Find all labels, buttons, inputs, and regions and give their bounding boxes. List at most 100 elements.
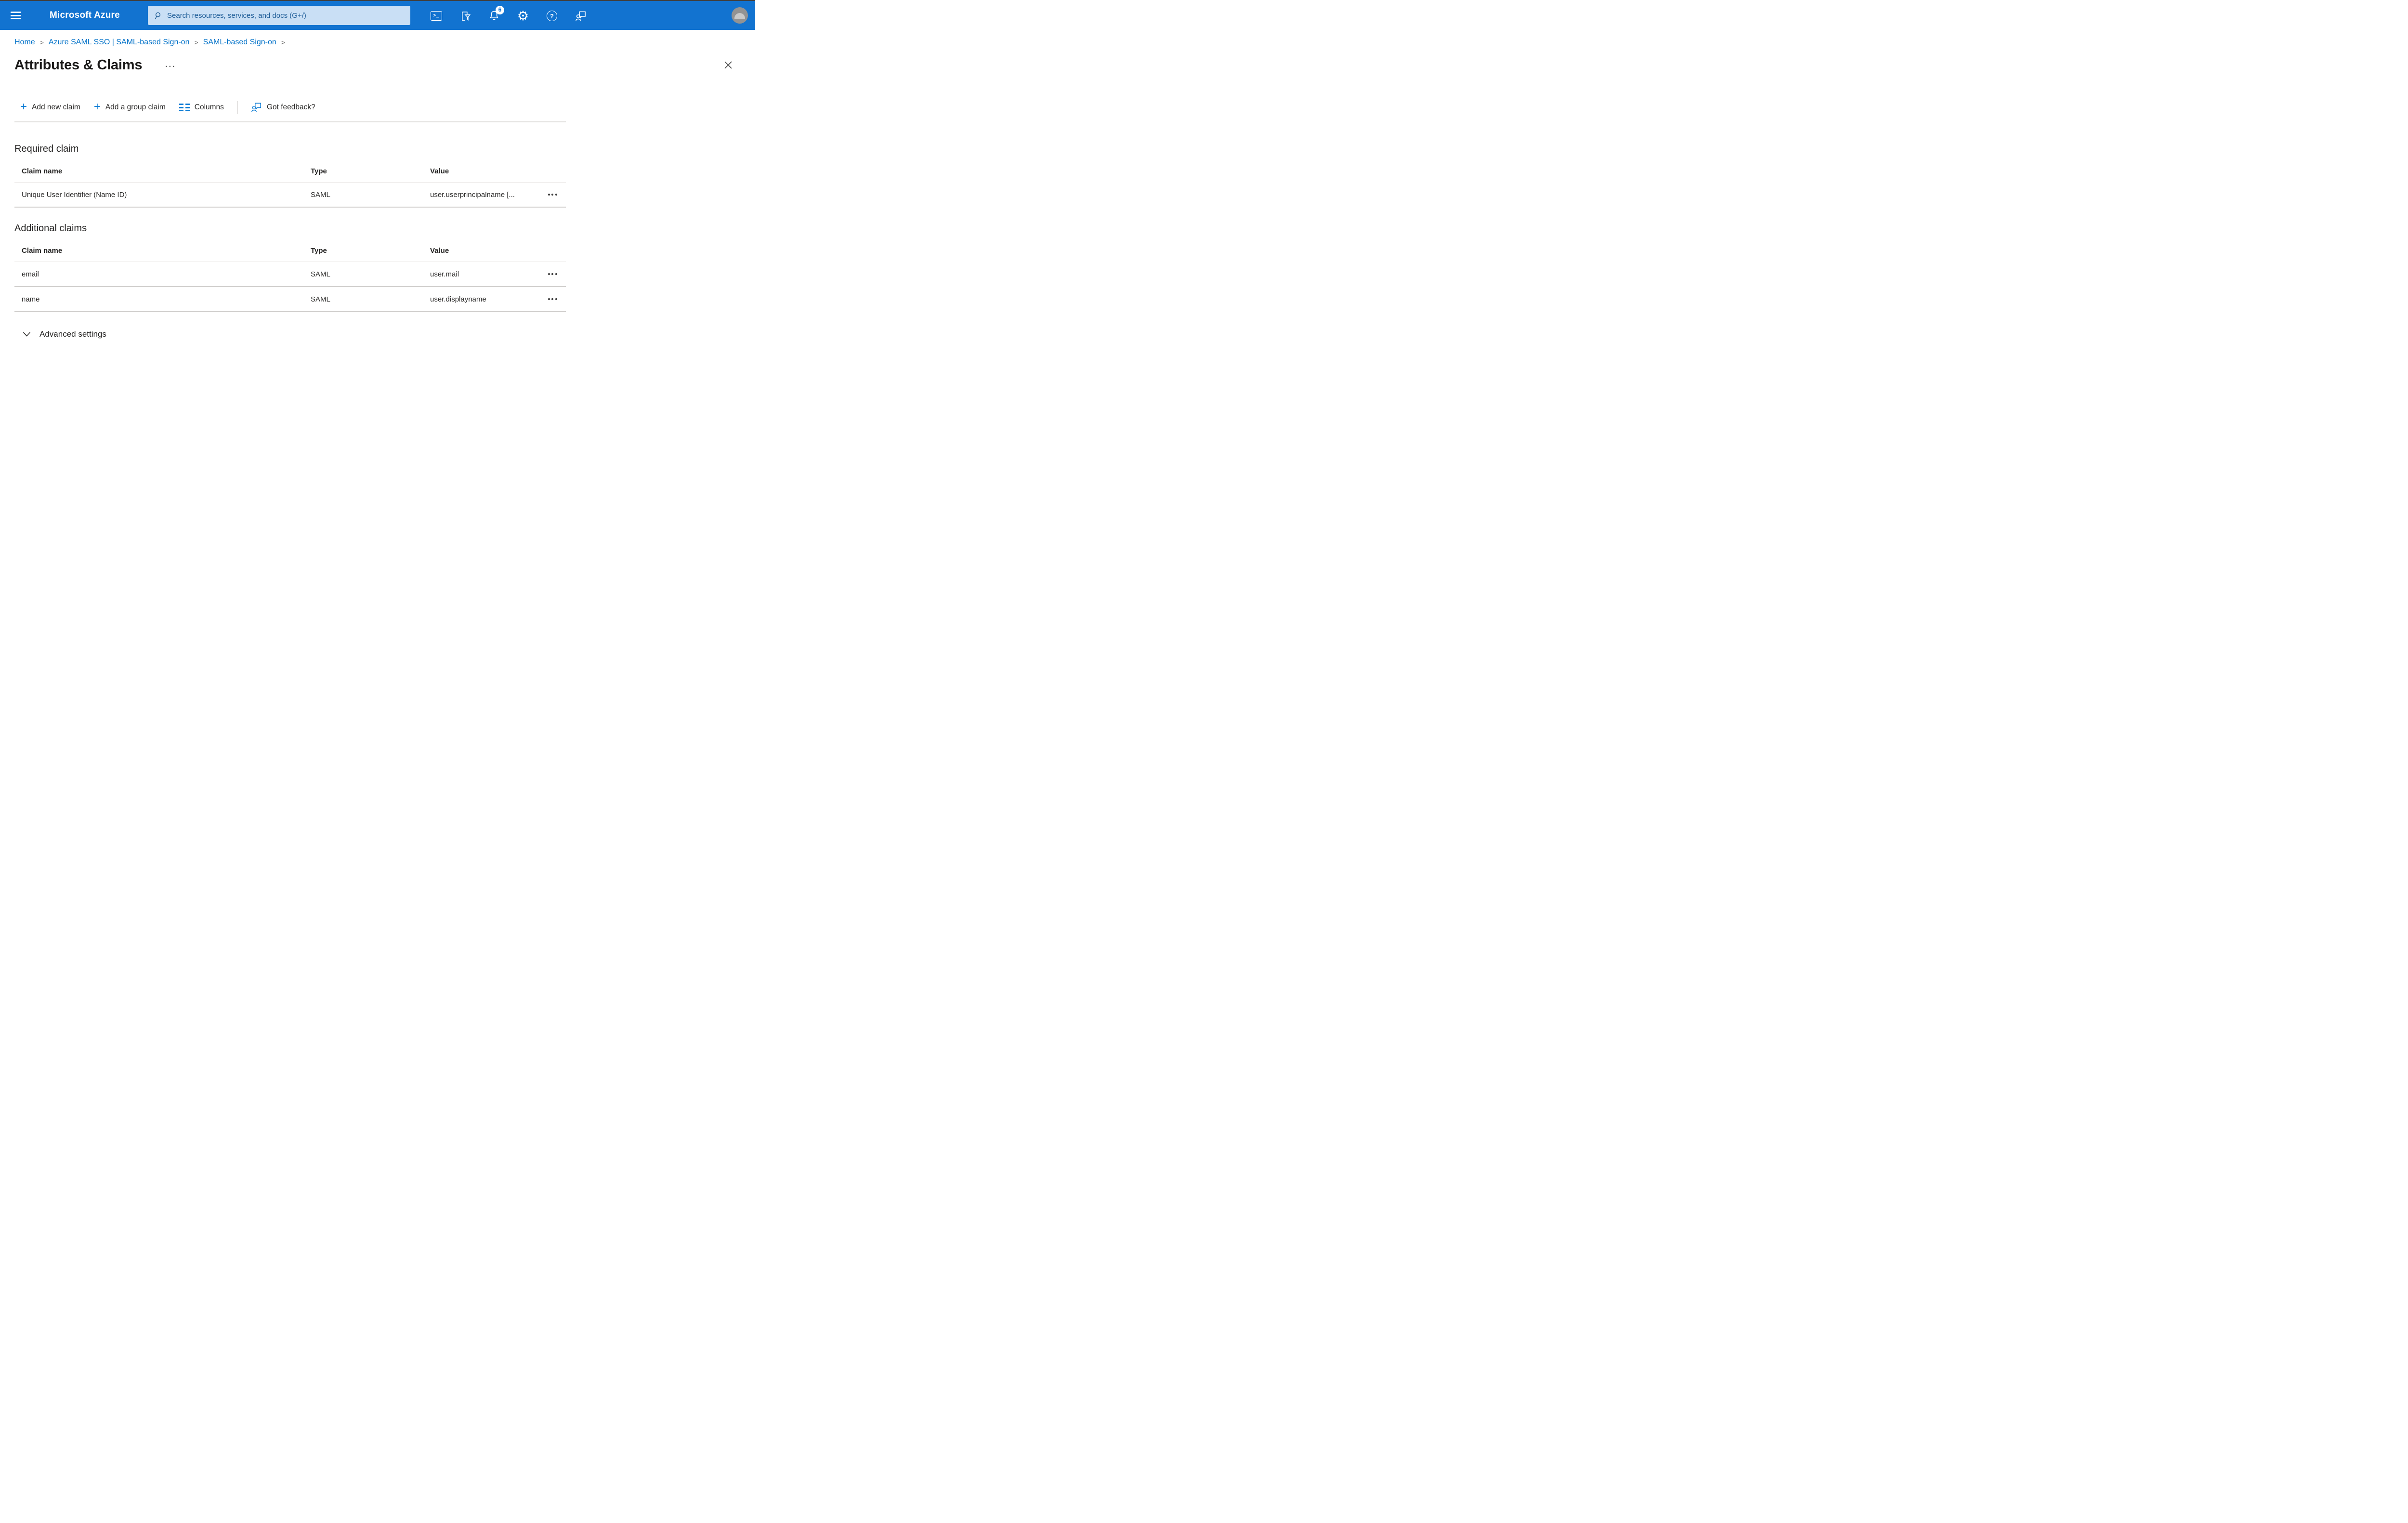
row-menu-button[interactable]: [539, 191, 566, 198]
bell-wrap: 6: [488, 5, 504, 23]
close-icon: [724, 61, 732, 69]
chevron-down-icon: [23, 332, 31, 337]
hamburger-menu-button[interactable]: [7, 8, 25, 23]
feedback-button[interactable]: [571, 6, 590, 26]
ellipsis-icon: ···: [165, 63, 176, 71]
notifications-button[interactable]: 6: [484, 5, 504, 26]
table-header-row: Claim name Type Value: [14, 240, 566, 262]
add-group-claim-label: Add a group claim: [105, 103, 166, 111]
search-icon: [155, 12, 160, 19]
breadcrumb-separator: >: [194, 39, 198, 46]
breadcrumb-separator: >: [39, 39, 44, 46]
title-context-menu-button[interactable]: ···: [163, 63, 178, 71]
cloud-shell-button[interactable]: >_: [427, 6, 446, 26]
row-menu-button[interactable]: [539, 295, 566, 303]
add-new-claim-button[interactable]: + Add new claim: [20, 100, 80, 113]
breadcrumb-signon-link[interactable]: SAML-based Sign-on: [203, 38, 276, 47]
column-header-claim-name: Claim name: [22, 167, 63, 175]
ellipsis-dot: [551, 298, 553, 300]
value-cell: user.mail: [430, 270, 459, 278]
global-search-box[interactable]: [148, 6, 410, 25]
additional-claims-table: Claim name Type Value email SAML user.ma…: [14, 240, 566, 312]
avatar-shoulders-shape: [734, 13, 745, 19]
ellipsis-dot: [555, 298, 557, 300]
settings-button[interactable]: ⚙: [513, 6, 533, 26]
command-bar: + Add new claim + Add a group claim Colu…: [14, 98, 741, 117]
add-group-claim-button[interactable]: + Add a group claim: [93, 100, 166, 113]
help-button[interactable]: ?: [542, 6, 562, 26]
hamburger-icon: [11, 18, 21, 19]
claim-name-cell: Unique User Identifier (Name ID): [22, 190, 127, 199]
brand-title[interactable]: Microsoft Azure: [50, 10, 120, 21]
got-feedback-icon: [251, 103, 261, 112]
search-input[interactable]: [166, 11, 405, 20]
ellipsis-dot: [555, 194, 557, 196]
hamburger-icon: [11, 12, 21, 13]
columns-label: Columns: [194, 103, 224, 111]
columns-icon-bar: [179, 104, 183, 105]
row-menu-button[interactable]: [539, 270, 566, 278]
help-glyph: ?: [550, 12, 554, 20]
column-header-claim-name: Claim name: [22, 247, 63, 255]
table-header-row: Claim name Type Value: [14, 160, 566, 183]
close-button[interactable]: [722, 59, 734, 71]
hamburger-icon: [11, 14, 21, 16]
toolbar-divider: [237, 101, 238, 114]
type-cell: SAML: [311, 190, 330, 199]
cloud-shell-icon: >_: [431, 11, 442, 21]
directory-filter-icon: [461, 11, 471, 21]
claim-name-cell: email: [22, 270, 39, 278]
advanced-settings-toggle[interactable]: Advanced settings: [14, 329, 106, 339]
ellipsis-dot: [548, 298, 550, 300]
main-content: Home > Azure SAML SSO | SAML-based Sign-…: [0, 30, 755, 339]
columns-icon-bar: [185, 104, 190, 105]
claim-name-cell: name: [22, 295, 40, 303]
gear-icon: ⚙: [517, 8, 529, 24]
plus-icon: +: [93, 100, 101, 113]
value-cell: user.displayname: [430, 295, 486, 303]
breadcrumb-separator: >: [281, 39, 285, 46]
value-cell: user.userprincipalname [...: [430, 190, 515, 199]
columns-icon-bar: [179, 110, 183, 111]
ellipsis-dot: [548, 273, 550, 275]
type-cell: SAML: [311, 295, 330, 303]
required-claim-table: Claim name Type Value Unique User Identi…: [14, 160, 566, 208]
columns-icon-bar: [185, 110, 190, 111]
command-bar-divider: [14, 121, 566, 122]
page-title: Attributes & Claims: [14, 57, 143, 73]
column-header-type: Type: [311, 247, 327, 255]
ellipsis-dot: [548, 194, 550, 196]
directory-filter-button[interactable]: [456, 6, 475, 26]
column-header-type: Type: [311, 167, 327, 175]
ellipsis-dot: [551, 273, 553, 275]
ellipsis-dot: [551, 194, 553, 196]
table-row: email SAML user.mail: [14, 262, 566, 287]
table-row: name SAML user.displayname: [14, 287, 566, 312]
breadcrumb-app-link[interactable]: Azure SAML SSO | SAML-based Sign-on: [49, 38, 190, 47]
notification-badge: 6: [496, 5, 504, 14]
type-cell: SAML: [311, 270, 330, 278]
cloud-shell-glyph: >_: [433, 13, 440, 18]
add-new-claim-label: Add new claim: [32, 103, 80, 111]
breadcrumb-home-link[interactable]: Home: [14, 38, 35, 47]
column-header-value: Value: [430, 247, 449, 255]
ellipsis-dot: [555, 273, 557, 275]
columns-icon-bar: [185, 106, 190, 108]
azure-topbar: Microsoft Azure >_ 6 ⚙: [0, 1, 755, 30]
required-claim-heading: Required claim: [14, 144, 79, 154]
plus-icon: +: [20, 100, 27, 113]
columns-icon: [179, 104, 190, 111]
got-feedback-label: Got feedback?: [266, 103, 315, 111]
got-feedback-button[interactable]: Got feedback?: [251, 102, 315, 113]
table-row: Unique User Identifier (Name ID) SAML us…: [14, 183, 566, 208]
advanced-settings-label: Advanced settings: [39, 329, 106, 339]
feedback-icon: [575, 11, 586, 21]
columns-icon-bar: [179, 106, 183, 108]
additional-claims-heading: Additional claims: [14, 223, 87, 234]
column-header-value: Value: [430, 167, 449, 175]
columns-button[interactable]: Columns: [179, 103, 224, 112]
account-avatar[interactable]: [732, 7, 748, 24]
breadcrumb: Home > Azure SAML SSO | SAML-based Sign-…: [14, 30, 741, 47]
help-icon: ?: [547, 11, 557, 21]
page-title-row: Attributes & Claims ···: [14, 53, 741, 77]
